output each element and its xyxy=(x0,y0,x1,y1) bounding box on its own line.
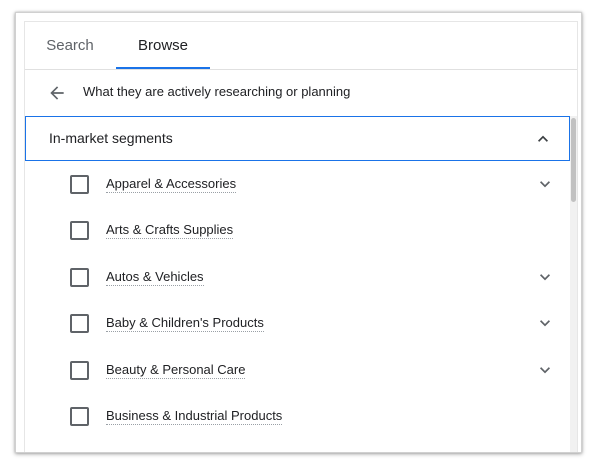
chevron-down-icon[interactable] xyxy=(535,360,555,380)
segment-label[interactable]: Autos & Vehicles xyxy=(106,269,204,286)
checkbox[interactable] xyxy=(70,175,89,194)
checkbox[interactable] xyxy=(70,314,89,333)
scrollbar[interactable] xyxy=(570,116,577,452)
tab-search[interactable]: Search xyxy=(35,22,105,69)
tab-browse[interactable]: Browse xyxy=(116,22,210,69)
chevron-down-icon[interactable] xyxy=(535,174,555,194)
active-tab-indicator xyxy=(116,67,210,69)
chevron-down-icon[interactable] xyxy=(535,267,555,287)
list-item: Beauty & Personal Care xyxy=(25,347,570,393)
scrollbar-thumb[interactable] xyxy=(571,118,576,202)
checkbox[interactable] xyxy=(70,221,89,240)
breadcrumb: What they are actively researching or pl… xyxy=(25,70,577,116)
chevron-down-icon[interactable] xyxy=(535,313,555,333)
page-background: Search Browse What they are actively res… xyxy=(0,0,600,466)
tab-bar: Search Browse xyxy=(25,22,577,70)
audience-picker-panel: Search Browse What they are actively res… xyxy=(15,12,582,453)
segment-label[interactable]: Baby & Children's Products xyxy=(106,315,264,332)
checkbox[interactable] xyxy=(70,361,89,380)
list-item: Baby & Children's Products xyxy=(25,300,570,346)
list-item: Apparel & Accessories xyxy=(25,161,570,207)
checkbox[interactable] xyxy=(70,268,89,287)
segment-label[interactable]: Apparel & Accessories xyxy=(106,176,237,193)
list-item: Arts & Crafts Supplies xyxy=(25,207,570,253)
breadcrumb-text: What they are actively researching or pl… xyxy=(83,84,351,99)
list-item: Business & Industrial Products xyxy=(25,393,570,439)
chevron-up-icon[interactable] xyxy=(533,129,553,149)
segment-label[interactable]: Beauty & Personal Care xyxy=(106,362,246,379)
section-header-in-market[interactable]: In-market segments xyxy=(25,116,570,161)
audience-picker-content: Search Browse What they are actively res… xyxy=(24,21,578,452)
segment-label[interactable]: Business & Industrial Products xyxy=(106,408,283,425)
arrow-left-icon[interactable] xyxy=(47,83,67,103)
segment-label[interactable]: Arts & Crafts Supplies xyxy=(106,222,234,239)
list-item: Autos & Vehicles xyxy=(25,254,570,300)
checkbox[interactable] xyxy=(70,407,89,426)
section-title: In-market segments xyxy=(49,130,173,146)
segment-list: Apparel & Accessories Arts & Crafts Supp… xyxy=(25,161,570,452)
